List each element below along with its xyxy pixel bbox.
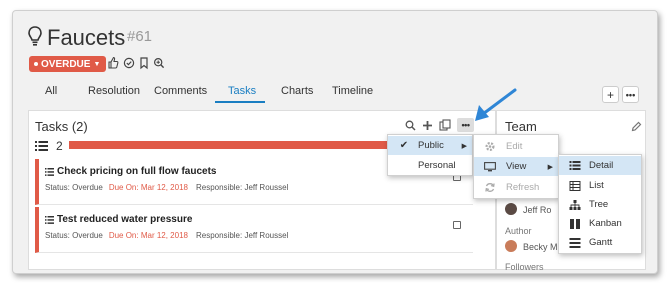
- thumbs-up-icon[interactable]: [107, 56, 119, 70]
- task-due-date: Due On: Mar 12, 2018: [108, 231, 188, 240]
- avatar: [505, 203, 517, 215]
- task-name[interactable]: Test reduced water pressure: [45, 214, 192, 225]
- task-checkbox[interactable]: [453, 221, 461, 229]
- chevron-down-icon: ▼: [93, 60, 101, 68]
- task-count-row: 2: [35, 139, 63, 153]
- status-badge[interactable]: OVERDUE ▼: [29, 56, 107, 72]
- tab-comments[interactable]: Comments: [154, 85, 207, 97]
- menu-item-view[interactable]: View ▶: [474, 157, 558, 176]
- tasks-panel-title: Tasks (2): [35, 119, 88, 134]
- task-meta: Status: Overdue Due On: Mar 12, 2018 Respo…: [45, 231, 288, 240]
- menu-item-label: Personal: [418, 160, 456, 171]
- gantt-icon: [569, 237, 581, 248]
- active-tab-indicator: [215, 101, 265, 103]
- menu-item-label: Tree: [589, 199, 609, 210]
- menu-item-label: Gantt: [589, 237, 613, 248]
- check-icon: ✔: [399, 140, 409, 151]
- sitemap-icon: [569, 199, 581, 210]
- menu-item-label: Kanban: [589, 218, 622, 229]
- lightbulb-icon: [28, 26, 42, 46]
- task-title: Test reduced water pressure: [57, 214, 193, 225]
- search-icon[interactable]: [405, 120, 416, 131]
- list-icon: [35, 141, 48, 151]
- task-status: Status: Overdue: [45, 183, 103, 192]
- author-label: Author: [505, 226, 532, 236]
- bookmark-icon[interactable]: [138, 56, 150, 70]
- chevron-right-icon: ▶: [547, 163, 553, 171]
- record-number: #61: [127, 28, 153, 45]
- task-list-icon: [45, 215, 54, 224]
- add-task-icon[interactable]: [422, 120, 433, 131]
- tab-all[interactable]: All: [45, 85, 57, 97]
- task-list-icon: [45, 167, 54, 176]
- check-circle-icon[interactable]: [123, 56, 135, 70]
- task-due-date: Due On: Mar 12, 2018: [108, 183, 188, 192]
- menu-item-edit[interactable]: Edit: [474, 137, 558, 156]
- menu-item-list[interactable]: List: [559, 176, 641, 195]
- refresh-icon: [485, 183, 495, 192]
- menu-item-refresh[interactable]: Refresh: [474, 178, 558, 197]
- privacy-menu: ✔ Public ▶ Personal: [387, 134, 473, 176]
- monitor-icon: [484, 161, 496, 171]
- task-item[interactable]: Test reduced water pressure Status: Over…: [35, 207, 473, 253]
- tab-resolution[interactable]: Resolution: [88, 85, 140, 97]
- columns-icon: [570, 218, 580, 229]
- menu-item-label: List: [589, 180, 604, 191]
- menu-item-label: Refresh: [506, 182, 540, 193]
- owner-name: Jeff Ro: [523, 205, 552, 215]
- callout-arrow: [475, 88, 517, 121]
- menu-item-personal[interactable]: Personal: [388, 156, 472, 175]
- chevron-right-icon: ▶: [461, 142, 467, 150]
- menu-item-label: Edit: [506, 141, 523, 152]
- gear-icon: [485, 141, 495, 152]
- task-status: Status: Overdue: [45, 231, 103, 240]
- author-name: Becky M: [523, 242, 558, 252]
- page-title: Faucets: [47, 25, 126, 50]
- menu-item-tree[interactable]: Tree: [559, 195, 641, 214]
- ellipsis-icon: •••: [625, 89, 636, 100]
- menu-item-label: Detail: [589, 160, 614, 171]
- followers-label: Followers: [505, 262, 544, 272]
- plus-icon: +: [606, 87, 614, 102]
- tab-tasks[interactable]: Tasks: [228, 85, 256, 97]
- task-name[interactable]: Check pricing on full flow faucets: [45, 166, 216, 177]
- tab-charts[interactable]: Charts: [281, 85, 313, 97]
- menu-item-detail[interactable]: Detail: [559, 156, 641, 175]
- detail-list-icon: [569, 161, 581, 170]
- actions-menu: Edit View ▶ Refresh: [473, 134, 559, 199]
- task-title: Check pricing on full flow faucets: [57, 166, 217, 177]
- pencil-icon[interactable]: [631, 121, 642, 132]
- status-label: OVERDUE: [41, 58, 91, 70]
- task-responsible: Responsible: Jeff Roussel: [195, 183, 289, 192]
- avatar: [505, 240, 517, 252]
- task-responsible: Responsible: Jeff Roussel: [195, 231, 289, 240]
- zoom-icon[interactable]: [153, 56, 165, 70]
- tab-timeline[interactable]: Timeline: [332, 85, 373, 97]
- menu-item-label: View: [506, 161, 527, 172]
- menu-item-public[interactable]: ✔ Public ▶: [388, 136, 472, 155]
- add-button[interactable]: +: [602, 86, 619, 103]
- task-count: 2: [56, 139, 63, 153]
- menu-item-gantt[interactable]: Gantt: [559, 233, 641, 252]
- status-dot: [34, 62, 38, 66]
- app-window: Faucets #61 OVERDUE ▼ All Resolution Com…: [12, 10, 658, 274]
- table-icon: [569, 180, 581, 191]
- menu-item-kanban[interactable]: Kanban: [559, 214, 641, 233]
- copy-icon[interactable]: [439, 119, 451, 131]
- menu-item-label: Public: [418, 140, 444, 151]
- more-options-button[interactable]: •••: [622, 86, 639, 103]
- view-submenu: Detail List Tree Kanban Gantt: [558, 154, 642, 254]
- task-meta: Status: Overdue Due On: Mar 12, 2018 Respo…: [45, 183, 288, 192]
